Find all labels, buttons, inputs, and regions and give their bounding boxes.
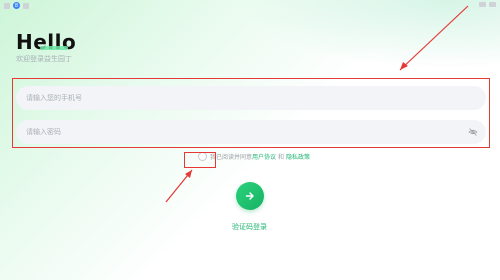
annotation-box-checkbox <box>184 152 216 168</box>
status-bar-right <box>479 2 496 7</box>
privacy-policy-link[interactable]: 隐私政策 <box>286 152 310 161</box>
page-title: Hello <box>16 30 77 54</box>
phone-input[interactable] <box>24 93 486 103</box>
header-background <box>240 0 500 70</box>
login-button[interactable] <box>236 182 264 210</box>
wifi-icon <box>479 2 486 7</box>
arrow-right-icon <box>245 192 254 200</box>
password-field[interactable] <box>16 120 486 144</box>
phone-field[interactable] <box>16 86 486 110</box>
status-icon <box>4 2 10 9</box>
password-input[interactable] <box>24 127 486 137</box>
status-bar-left: 8 <box>4 2 29 9</box>
page-subtitle: 欢迎登录益生园丁 <box>16 55 72 63</box>
notification-badge: 8 <box>13 2 20 9</box>
user-agreement-link[interactable]: 用户协议 <box>252 152 276 161</box>
annotation-arrowhead <box>185 170 192 178</box>
agreement-joiner: 和 <box>278 154 285 161</box>
annotation-arrow <box>165 169 193 203</box>
eye-off-icon[interactable] <box>468 127 478 137</box>
battery-icon <box>489 2 496 7</box>
status-icon <box>23 2 29 9</box>
code-login-link[interactable]: 验证码登录 <box>232 222 267 232</box>
title-underline <box>40 46 68 50</box>
agreement-prefix: 我已阅读并同意 <box>210 154 253 161</box>
